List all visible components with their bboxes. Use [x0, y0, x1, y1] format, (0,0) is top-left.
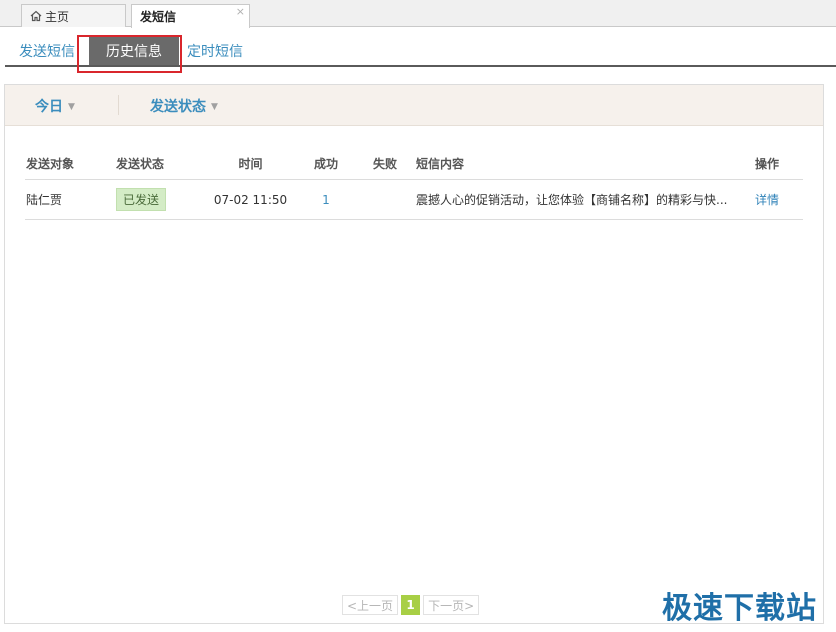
tab-home-label: 主页 — [45, 9, 70, 24]
current-page[interactable]: 1 — [401, 595, 421, 615]
status-filter-dropdown[interactable]: 发送状态 ▼ — [150, 96, 218, 116]
date-filter-dropdown[interactable]: 今日 ▼ — [35, 96, 75, 116]
tab-history[interactable]: 历史信息 — [89, 37, 179, 65]
home-icon — [30, 10, 42, 22]
row-content-cell: 震撼人心的促销活动，让您体验【商铺名称】的精彩与快... — [416, 180, 746, 219]
header-content: 短信内容 — [416, 156, 465, 171]
row-recipient: 陆仁贾 — [26, 193, 63, 207]
filter-bar: 今日 ▼ 发送状态 ▼ — [5, 85, 823, 126]
details-link[interactable]: 详情 — [755, 180, 795, 219]
table-row: 陆仁贾 已发送 07-02 11:50 1 震撼人心的促销活动，让您体验【商铺名… — [25, 180, 803, 220]
date-filter-label: 今日 — [35, 99, 63, 115]
header-failed: 失败 — [372, 156, 397, 171]
tab-scheduled[interactable]: 定时短信 — [187, 41, 243, 61]
history-panel: 今日 ▼ 发送状态 ▼ 发送对象 发送状态 时间 成功 失败 短信内容 操作 陆仁贾… — [4, 84, 824, 624]
row-status-cell: 已发送 — [116, 180, 196, 219]
next-page-button[interactable]: 下一页> — [423, 595, 480, 615]
table-header: 发送对象 发送状态 时间 成功 失败 短信内容 操作 — [25, 147, 803, 180]
sub-tab-bar: 发送短信 历史信息 定时短信 — [5, 37, 836, 67]
filter-divider — [118, 95, 119, 115]
row-content: 震撼人心的促销活动，让您体验【商铺名称】的精彩与快... — [416, 192, 728, 207]
window-tab-bar: 主页 发短信 × — [0, 0, 836, 28]
header-success: 成功 — [313, 156, 338, 171]
chevron-down-icon: ▼ — [68, 102, 75, 112]
header-action: 操作 — [755, 156, 780, 171]
tab-home[interactable]: 主页 — [21, 4, 126, 27]
tab-send-sms[interactable]: 发短信 × — [131, 4, 250, 28]
row-success-count: 1 — [322, 192, 330, 207]
row-time: 07-02 11:50 — [213, 192, 288, 207]
tab-send-sms-label: 发短信 — [140, 10, 177, 24]
pagination: <上一页 1 下一页> — [342, 595, 480, 615]
row-failed-count — [365, 180, 405, 219]
status-badge: 已发送 — [116, 188, 167, 211]
header-recipient: 发送对象 — [26, 156, 75, 171]
chevron-down-icon: ▼ — [211, 102, 218, 112]
tab-send-message[interactable]: 发送短信 — [19, 41, 75, 61]
close-icon[interactable]: × — [236, 5, 245, 18]
header-time: 时间 — [238, 156, 263, 171]
header-status: 发送状态 — [116, 156, 165, 171]
status-filter-label: 发送状态 — [150, 99, 206, 115]
prev-page-button[interactable]: <上一页 — [342, 595, 399, 615]
history-table: 发送对象 发送状态 时间 成功 失败 短信内容 操作 陆仁贾 已发送 07-02… — [25, 147, 803, 220]
watermark-logo: 极速下载站 — [662, 591, 817, 626]
